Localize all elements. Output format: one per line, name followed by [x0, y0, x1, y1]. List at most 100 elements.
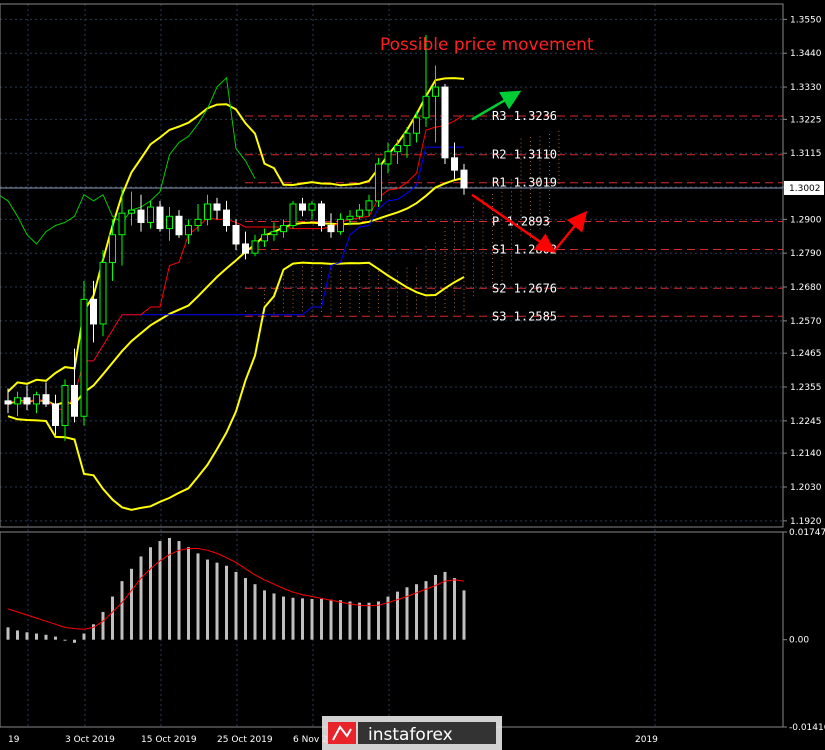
candle-body: [204, 203, 211, 220]
macd-histogram-bar: [301, 598, 304, 640]
macd-histogram-bar: [25, 632, 29, 640]
candle-body: [384, 151, 392, 165]
pivot-label-r2: R2 1.3110: [492, 148, 557, 162]
macd-histogram-bar: [196, 553, 200, 640]
candle-body: [327, 225, 335, 233]
candle-body: [156, 206, 164, 230]
candle-body: [185, 225, 192, 236]
macd-histogram-bar: [263, 590, 266, 640]
current-price-label: 1.3002: [789, 184, 821, 194]
candle-body: [280, 225, 287, 233]
price-tick-label: 1.3440: [790, 49, 822, 59]
candle-body: [42, 394, 50, 405]
candle-body: [223, 209, 230, 227]
macd-histogram-bar: [215, 562, 219, 640]
candle-body: [460, 169, 468, 189]
macd-histogram-bar: [73, 639, 76, 643]
price-tick-label: 1.3550: [790, 15, 822, 25]
candle-body: [375, 163, 382, 202]
macd-histogram-bar: [291, 597, 295, 640]
price-tick-label: 1.2355: [790, 383, 822, 393]
candle-body: [356, 209, 363, 217]
candle-body: [80, 298, 88, 417]
candle-body: [261, 234, 268, 242]
candle-body: [175, 215, 183, 236]
price-tick-label: 1.3330: [790, 83, 822, 93]
date-tick-label: 25 Oct 2019: [217, 735, 273, 745]
macd-histogram-bar: [168, 537, 171, 640]
candle-body: [251, 240, 259, 254]
price-tick-label: 1.2245: [790, 417, 822, 427]
macd-histogram-bar: [234, 571, 238, 640]
price-tick-label: 1.3115: [790, 149, 822, 159]
macd-histogram-bar: [149, 547, 152, 640]
macd-histogram-bar: [282, 596, 285, 640]
price-tick-label: 1.2570: [790, 317, 822, 327]
macd-histogram-bar: [130, 568, 133, 640]
pivot-label-p: P 1.2893: [492, 215, 550, 229]
candle-body: [242, 243, 249, 254]
price-tick-label: 1.2140: [790, 449, 822, 459]
pivot-label-s1: S1 1.2802: [492, 243, 557, 257]
candle-body: [4, 400, 12, 405]
macd-tick-label: 0.01747: [789, 528, 825, 538]
macd-histogram-bar: [405, 587, 409, 640]
macd-histogram-bar: [54, 636, 57, 640]
candle-body: [308, 203, 316, 211]
price-tick-label: 1.3225: [790, 115, 822, 125]
macd-histogram-bar: [111, 596, 114, 640]
chart-title: Possible price movement: [380, 35, 594, 55]
macd-tick-label: 0.00: [789, 636, 809, 646]
macd-histogram-bar: [253, 584, 257, 640]
candle-body: [232, 225, 240, 245]
macd-histogram-bar: [225, 565, 228, 640]
price-tick-label: 1.2030: [790, 483, 822, 493]
candle-body: [118, 212, 126, 236]
candle-body: [23, 397, 31, 405]
price-tick-label: 1.1920: [790, 517, 822, 527]
price-tick-label: 1.2790: [790, 249, 822, 259]
macd-histogram-bar: [358, 602, 361, 640]
candle-body: [432, 86, 439, 97]
candle-body: [422, 95, 430, 119]
candle-body: [128, 209, 135, 214]
candle-body: [61, 384, 69, 426]
candle-body: [166, 215, 173, 230]
candle-body: [213, 203, 221, 211]
pivot-label-r3: R3 1.3236: [492, 109, 557, 123]
price-tick-label: 1.2900: [790, 215, 822, 225]
date-tick-label: 19: [8, 735, 20, 745]
macd-histogram-bar: [329, 599, 333, 640]
instaforex-logo[interactable]: instaforex: [322, 716, 502, 750]
pivot-label-s2: S2 1.2676: [492, 281, 557, 295]
chart-canvas: R3 1.3236 R2 1.3110 R1 1.3019 P 1.2893 S1 1.…: [0, 0, 825, 750]
candle-body: [318, 203, 325, 227]
candle-body: [52, 403, 59, 426]
date-tick-label: 15 Oct 2019: [141, 735, 197, 745]
macd-histogram-bar: [177, 541, 181, 640]
candle-body: [147, 206, 154, 223]
candle-body: [337, 218, 344, 233]
macd-histogram-bar: [272, 593, 276, 640]
macd-histogram-bar: [35, 633, 38, 640]
price-tick-label: 1.2465: [790, 349, 822, 359]
candle-body: [394, 145, 401, 153]
price-tick-label: 1.2680: [790, 283, 822, 293]
macd-histogram-bar: [320, 599, 323, 640]
candle-body: [99, 261, 107, 325]
macd-histogram-bar: [82, 633, 86, 640]
chart-background: [0, 0, 825, 750]
candle-body: [14, 397, 21, 405]
macd-histogram-bar: [6, 627, 10, 640]
candle-body: [137, 209, 145, 223]
candle-body: [403, 132, 411, 147]
logo-mark-icon: [328, 722, 356, 744]
macd-histogram-bar: [16, 630, 19, 640]
macd-histogram-bar: [339, 600, 342, 640]
macd-histogram-bar: [158, 541, 162, 640]
macd-histogram-bar: [206, 559, 209, 640]
candle-body: [365, 200, 373, 211]
macd-histogram-bar: [63, 639, 67, 641]
pivot-label-s3: S3 1.2585: [492, 309, 557, 323]
candle-body: [270, 231, 278, 236]
